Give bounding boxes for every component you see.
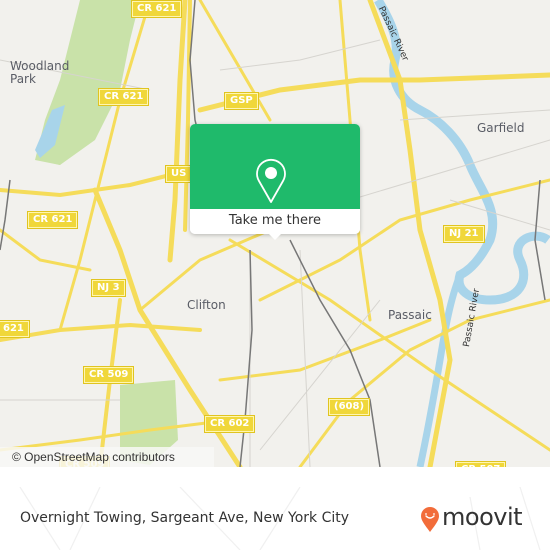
popup-header [190,124,360,209]
place-label-clifton: Clifton [187,298,226,312]
moovit-pin-icon [421,507,439,532]
place-label-garfield: Garfield [477,121,525,135]
route-shield: NJ 21 [443,225,485,243]
route-shield: (608) [327,398,371,416]
route-shield: CR 621 [97,88,150,106]
route-shield: CR 621 [130,0,183,18]
place-label-woodland-park: Woodland Park [10,59,70,86]
map-attribution[interactable]: © OpenStreetMap contributors [0,447,214,467]
route-shield: CR 602 [203,415,256,433]
map-pin-icon [256,158,286,203]
route-shield: US [164,165,193,183]
route-shield: CR 621 [26,211,79,229]
popup-pointer [267,232,283,240]
place-label-passaic: Passaic [388,308,432,322]
road [167,0,188,263]
road [0,228,92,272]
route-shield: CR 507 [454,461,507,467]
take-me-there-button[interactable]: Take me there [190,209,360,234]
road [228,238,550,452]
route-shield: NJ 3 [91,279,126,297]
route-shield: GSP [224,92,259,110]
route-shield: CR 509 [82,366,135,384]
place-name: Overnight Towing, Sargeant Ave, New York… [20,510,350,526]
rail-line [289,239,381,467]
location-popup: Take me there [190,124,360,240]
road [0,418,232,452]
route-shield: 621 [0,320,30,338]
map-canvas[interactable]: Woodland Park Garfield Clifton Passaic P… [0,0,550,467]
moovit-wordmark: moovit [442,503,523,531]
road [0,322,202,342]
